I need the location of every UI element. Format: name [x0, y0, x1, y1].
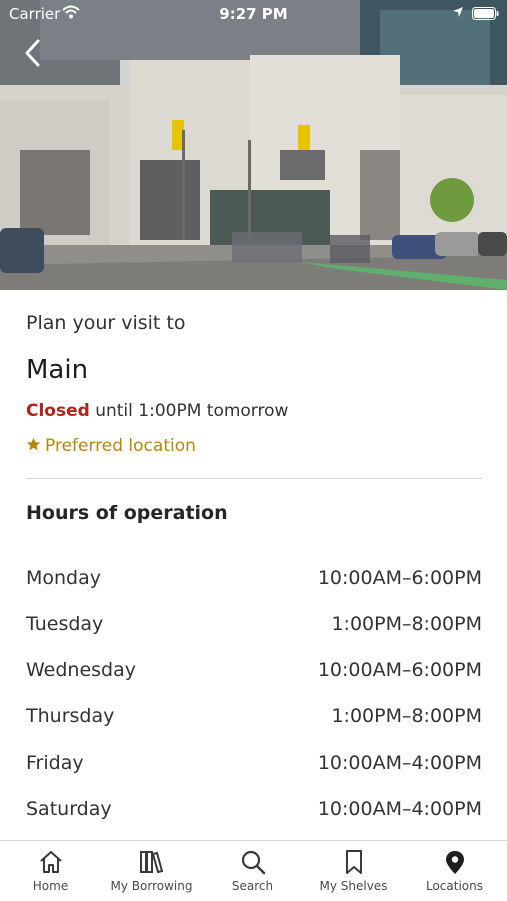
closed-badge: Closed [26, 401, 90, 421]
tab-label: Home [32, 879, 69, 893]
hours-value: 1:00PM–8:00PM [331, 705, 482, 727]
hours-value: 10:00AM–6:00PM [317, 567, 482, 589]
branch-photo: Carrier 9:27 PM [0, 0, 507, 290]
map-pin-icon [446, 851, 464, 874]
day-label: Friday [26, 752, 84, 774]
plan-visit-label: Plan your visit to [26, 312, 186, 334]
star-icon [26, 437, 41, 451]
tab-my-borrowing[interactable]: My Borrowing [101, 841, 202, 901]
hours-value: 10:00AM–4:00PM [317, 752, 482, 774]
hours-value: 10:00AM–4:00PM [317, 798, 482, 820]
search-icon [241, 850, 266, 875]
open-status: Closed until 1:00PM tomorrow [26, 401, 288, 421]
tab-search[interactable]: Search [202, 841, 303, 901]
branch-name: Main [26, 355, 89, 385]
tab-bar: Home My Borrowing Search My Shelves Loca… [0, 840, 507, 901]
hours-row-tuesday: Tuesday 1:00PM–8:00PM [26, 613, 482, 643]
preferred-location-label: Preferred location [45, 436, 196, 456]
preferred-location-toggle[interactable]: Preferred location [26, 436, 196, 456]
tab-label: My Shelves [319, 879, 388, 893]
hours-row-monday: Monday 10:00AM–6:00PM [26, 567, 482, 597]
status-bar: Carrier 9:27 PM [0, 0, 507, 28]
tab-label: My Borrowing [110, 879, 193, 893]
tab-label: Search [231, 879, 274, 893]
hours-row-wednesday: Wednesday 10:00AM–6:00PM [26, 659, 482, 689]
tab-locations[interactable]: Locations [404, 841, 505, 901]
reopen-time: until 1:00PM tomorrow [95, 401, 289, 421]
home-icon [40, 851, 62, 873]
day-label: Thursday [26, 705, 115, 727]
status-time: 9:27 PM [219, 5, 288, 23]
hours-row-friday: Friday 10:00AM–4:00PM [26, 752, 482, 782]
tab-label: Locations [425, 879, 483, 893]
branch-building-illustration [0, 0, 507, 290]
day-label: Tuesday [26, 613, 104, 635]
tab-my-shelves[interactable]: My Shelves [303, 841, 404, 901]
hours-value: 10:00AM–6:00PM [317, 659, 482, 681]
day-label: Wednesday [26, 659, 137, 681]
divider [26, 478, 482, 479]
hours-heading: Hours of operation [26, 502, 228, 524]
hours-row-thursday: Thursday 1:00PM–8:00PM [26, 705, 482, 735]
tab-home[interactable]: Home [0, 841, 101, 901]
chevron-left-icon [25, 39, 40, 67]
hours-value: 1:00PM–8:00PM [331, 613, 482, 635]
hours-row-saturday: Saturday 10:00AM–4:00PM [26, 798, 482, 828]
day-label: Saturday [26, 798, 112, 820]
books-icon [140, 851, 164, 874]
back-button[interactable] [20, 36, 50, 70]
day-label: Monday [26, 567, 102, 589]
bookmark-icon [346, 850, 362, 874]
